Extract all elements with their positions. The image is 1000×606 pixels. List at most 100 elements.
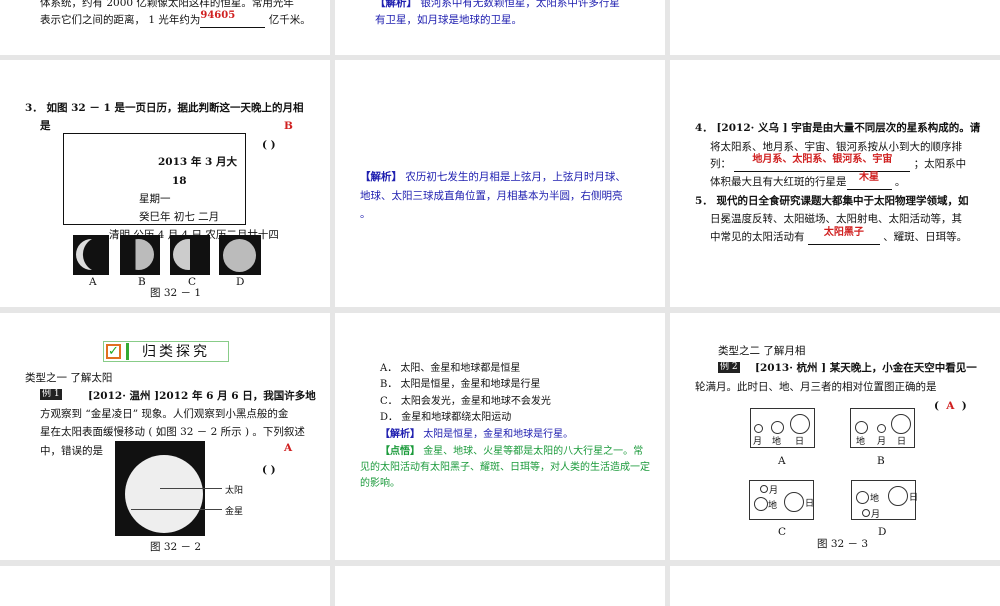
- banner-bar: [126, 343, 129, 360]
- label-sun: 太阳: [225, 486, 244, 496]
- example-badge: 例 1: [40, 389, 62, 400]
- slide-3: [670, 0, 1000, 55]
- calendar-text: 2013 年 3 月大: [158, 156, 237, 168]
- label-moon: 月: [753, 437, 763, 447]
- label-moon: 月: [877, 437, 887, 447]
- insight: 【点悟】 金星、地球、火星等都是太阳的八大行星之一。常: [380, 445, 643, 459]
- figure-caption: 图 32 － 2: [150, 541, 202, 553]
- option-label: D: [236, 276, 245, 288]
- banner-title: 归类探究: [142, 344, 210, 360]
- slide-2: 【解析】 银河系中有无数颗恒星，太阳系中许多行星 有卫星，如月球是地球的卫星。: [335, 0, 665, 55]
- text: 表示它们之间的距离， 1 光年约为: [40, 14, 201, 26]
- label-earth: 地: [768, 501, 778, 511]
- text: 金星、地球、火星等都是太阳的八大行星之一。常: [423, 446, 644, 457]
- answer-bracket: ( ): [262, 464, 276, 476]
- question-text: 方观察到 “金星凌日” 现象。人们观察到小黑点般的金: [40, 408, 289, 420]
- calendar-text: 癸巳年 初七 二月: [139, 211, 220, 223]
- answer: A: [284, 442, 293, 454]
- option: B． 太阳是恒星，金星和地球是行星: [380, 379, 541, 390]
- option-label: B: [138, 276, 146, 288]
- question-text: 列： 地月系、太阳系、银河系、宇宙 ；太阳系中: [710, 154, 967, 172]
- option: C． 太阳会发光，金星和地球不会发光: [380, 396, 551, 407]
- question-text: 4． [2012· 义乌 ] 宇宙是由大量不同层次的星系构成的。请: [695, 122, 981, 134]
- text: 银河系中有无数颗恒星，太阳系中许多行星: [420, 0, 620, 9]
- analysis-text: 地球、太阳三球成直角位置，月相基本为半圆，右侧明亮: [360, 190, 623, 202]
- option-label: B: [877, 455, 885, 467]
- section-type: 类型之一 了解太阳: [25, 372, 113, 384]
- option-label: A: [89, 276, 97, 288]
- calendar-text: 星期一: [139, 193, 171, 205]
- question-text: 将太阳系、地月系、宇宙、银河系按从小到大的顺序排: [710, 141, 962, 153]
- moon-phase-b: [120, 235, 160, 275]
- analysis: 【解析】 银河系中有无数颗恒星，太阳系中许多行星: [375, 0, 620, 10]
- label-sun: 日: [897, 437, 907, 447]
- label-sun: 日: [805, 499, 815, 509]
- slide-7: ✓ 归类探究 类型之一 了解太阳 例 1 [2012· 温州 ]2012 年 6…: [0, 313, 330, 560]
- label-earth: 地: [772, 437, 782, 447]
- slide-9: 类型之二 了解月相 例 2 [2013· 杭州 ] 某天晚上，小金在天空中看见一…: [670, 313, 1000, 560]
- question-text: 表示它们之间的距离， 1 光年约为 94605 亿千米。: [40, 10, 311, 28]
- analysis-text: 。: [360, 208, 371, 220]
- analysis-text: 有卫星，如月球是地球的卫星。: [375, 14, 522, 26]
- label-moon: 月: [871, 510, 881, 520]
- moon-phase-a: [73, 235, 109, 275]
- diagram-d: 地 日 月: [851, 480, 918, 520]
- pointer-line: [160, 488, 222, 489]
- answer: 94605: [200, 10, 236, 21]
- text: 、耀斑、日珥等。: [883, 231, 968, 243]
- pointer-line: [131, 509, 222, 510]
- slide-5: 【解析】 农历初七发生的月相是上弦月，上弦月时月球、 地球、太阳三球成直角位置，…: [335, 60, 665, 307]
- text: 。: [894, 176, 906, 188]
- label-venus: 金星: [225, 507, 244, 517]
- option: A． 太阳、金星和地球都是恒星: [380, 363, 521, 374]
- label-earth: 地: [856, 437, 866, 447]
- label: 【点悟】: [380, 446, 420, 457]
- answer: 地月系、太阳系、银河系、宇宙: [752, 154, 893, 165]
- option: D． 金星和地球都绕太阳运动: [380, 412, 512, 423]
- label-earth: 地: [870, 494, 880, 504]
- insight-text: 的影响。: [360, 478, 400, 489]
- question-text: 日冕温度反转、太阳磁场、太阳射电、太阳活动等，其: [710, 213, 962, 225]
- label-sun: 日: [795, 437, 805, 447]
- text: 亿千米。: [268, 14, 311, 26]
- answer: B: [284, 120, 293, 132]
- insight-text: 见的太阳活动有太阳黑子、耀斑、日珥等，对人类的生活造成一定: [360, 462, 650, 473]
- text: 体积最大且有大红斑的行星是: [710, 176, 847, 188]
- label: 【解析】: [360, 171, 402, 183]
- analysis: 【解析】 农历初七发生的月相是上弦月，上弦月时月球、: [360, 170, 626, 184]
- section-banner: ✓ 归类探究: [103, 341, 229, 362]
- question-text: 中，错误的是: [40, 445, 103, 457]
- diagram-c: 月 地 日: [749, 480, 814, 520]
- diagram-b: 地 月日: [850, 408, 915, 448]
- text: 列：: [710, 158, 731, 170]
- option-label: C: [778, 526, 787, 538]
- label-moon: 月: [769, 486, 779, 496]
- question-text: 中常见的太阳活动有 太阳黑子 、耀斑、日珥等。: [710, 227, 968, 245]
- moon-phase-c: [170, 235, 210, 275]
- question-text: 体积最大且有大红斑的行星是 木星 。: [710, 172, 906, 190]
- slide-6: 4． [2012· 义乌 ] 宇宙是由大量不同层次的星系构成的。请 将太阳系、地…: [670, 60, 1000, 307]
- checkbox-icon: ✓: [106, 344, 121, 359]
- diagram-a: 月地 日: [750, 408, 815, 448]
- slide-12: [670, 566, 1000, 606]
- slide-10: [0, 566, 330, 606]
- question-text: 5． 现代的日全食研究课题大都集中于太阳物理学领域，如: [695, 195, 969, 207]
- text: 农历初七发生的月相是上弦月，上弦月时月球、: [405, 171, 626, 183]
- text: ；太阳系中: [913, 158, 967, 170]
- example-badge: 例 2: [718, 362, 740, 373]
- option-label: A: [778, 455, 786, 467]
- text: ): [961, 400, 967, 412]
- calendar-text: 18: [172, 175, 187, 187]
- answer-bracket: ( A ): [934, 399, 967, 413]
- moon-phase-d: [219, 235, 261, 275]
- option-label: D: [878, 526, 887, 538]
- question-text: 轮满月。此时日、地、月三者的相对位置图正确的是: [695, 381, 937, 393]
- label: 【解析】: [375, 0, 417, 9]
- figure-caption: 图 32 － 1: [150, 287, 202, 299]
- label: 【解析】: [380, 429, 420, 440]
- figure-caption: 图 32 － 3: [817, 538, 869, 550]
- answer: A: [946, 400, 955, 412]
- question-text: [2013· 杭州 ] 某天晚上，小金在天空中看见一: [755, 362, 977, 374]
- text: 太阳是恒星，金星和地球是行星。: [423, 429, 574, 440]
- question-text: 3． 如图 32 － 1 是一页日历，据此判断这一天晚上的月相: [25, 102, 304, 114]
